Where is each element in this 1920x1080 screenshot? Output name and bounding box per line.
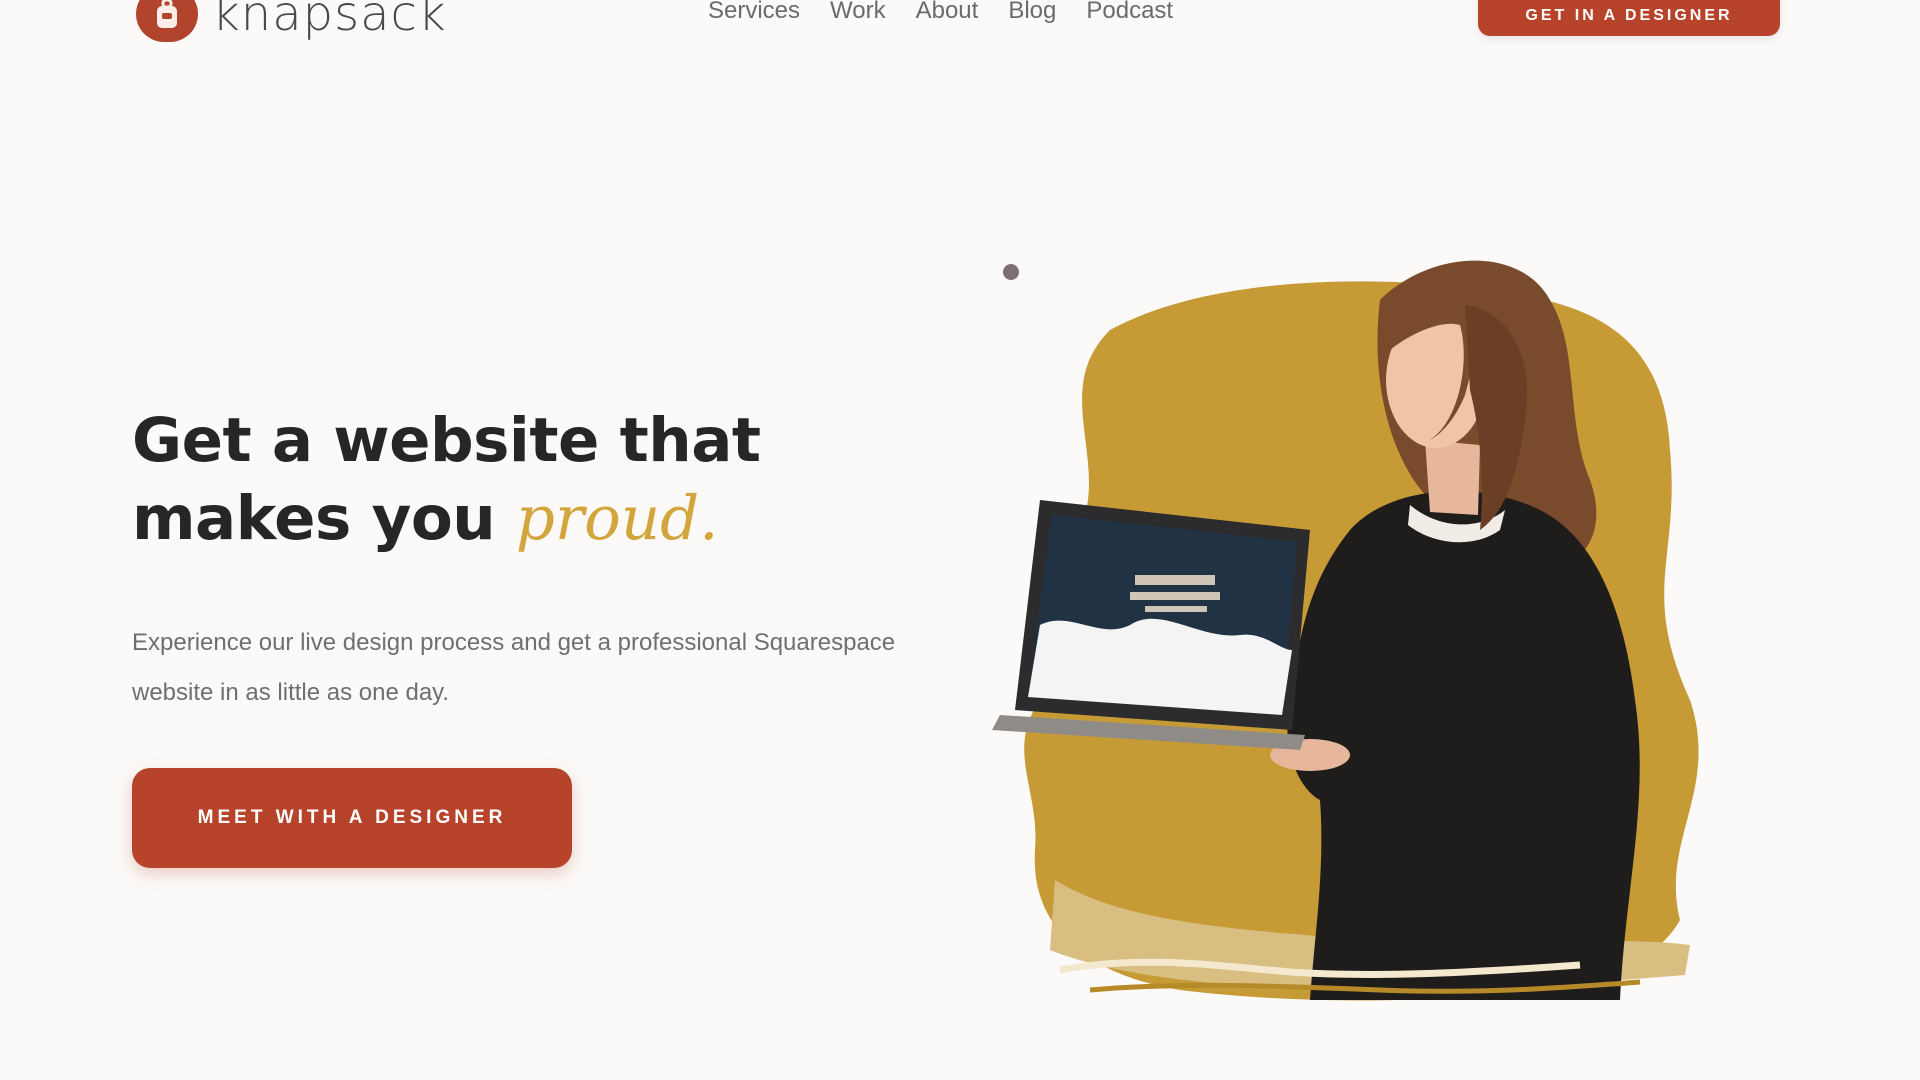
meet-designer-button[interactable]: Meet with a designer xyxy=(132,768,572,868)
backpack-icon xyxy=(136,0,198,42)
nav-link-podcast[interactable]: Podcast xyxy=(1086,0,1173,23)
hero-description: Experience our live design process and g… xyxy=(132,629,896,706)
main-nav: Services Work About Blog Podcast xyxy=(708,0,1173,23)
landing-page: knapsack Services Work About Blog Podcas… xyxy=(0,0,1920,1080)
nav-link-services[interactable]: Services xyxy=(708,0,800,23)
hero-illustration xyxy=(960,230,1790,1030)
nav-link-work[interactable]: Work xyxy=(830,0,886,23)
header-cta-button[interactable]: Get in a Designer xyxy=(1478,0,1780,36)
brand-name: knapsack xyxy=(212,0,447,42)
hero-title-accent: proud. xyxy=(515,483,719,554)
hero-title-line1: Get a website that xyxy=(132,405,761,476)
woman-with-laptop-image xyxy=(992,260,1699,1001)
nav-link-about[interactable]: About xyxy=(916,0,979,23)
nav-link-blog[interactable]: Blog xyxy=(1008,0,1056,23)
hero-title-line2: makes you xyxy=(132,483,516,554)
hero-title: Get a website that makes you proud. xyxy=(132,402,852,558)
site-header: knapsack Services Work About Blog Podcas… xyxy=(0,0,1920,80)
brand-logo[interactable]: knapsack xyxy=(136,0,447,42)
